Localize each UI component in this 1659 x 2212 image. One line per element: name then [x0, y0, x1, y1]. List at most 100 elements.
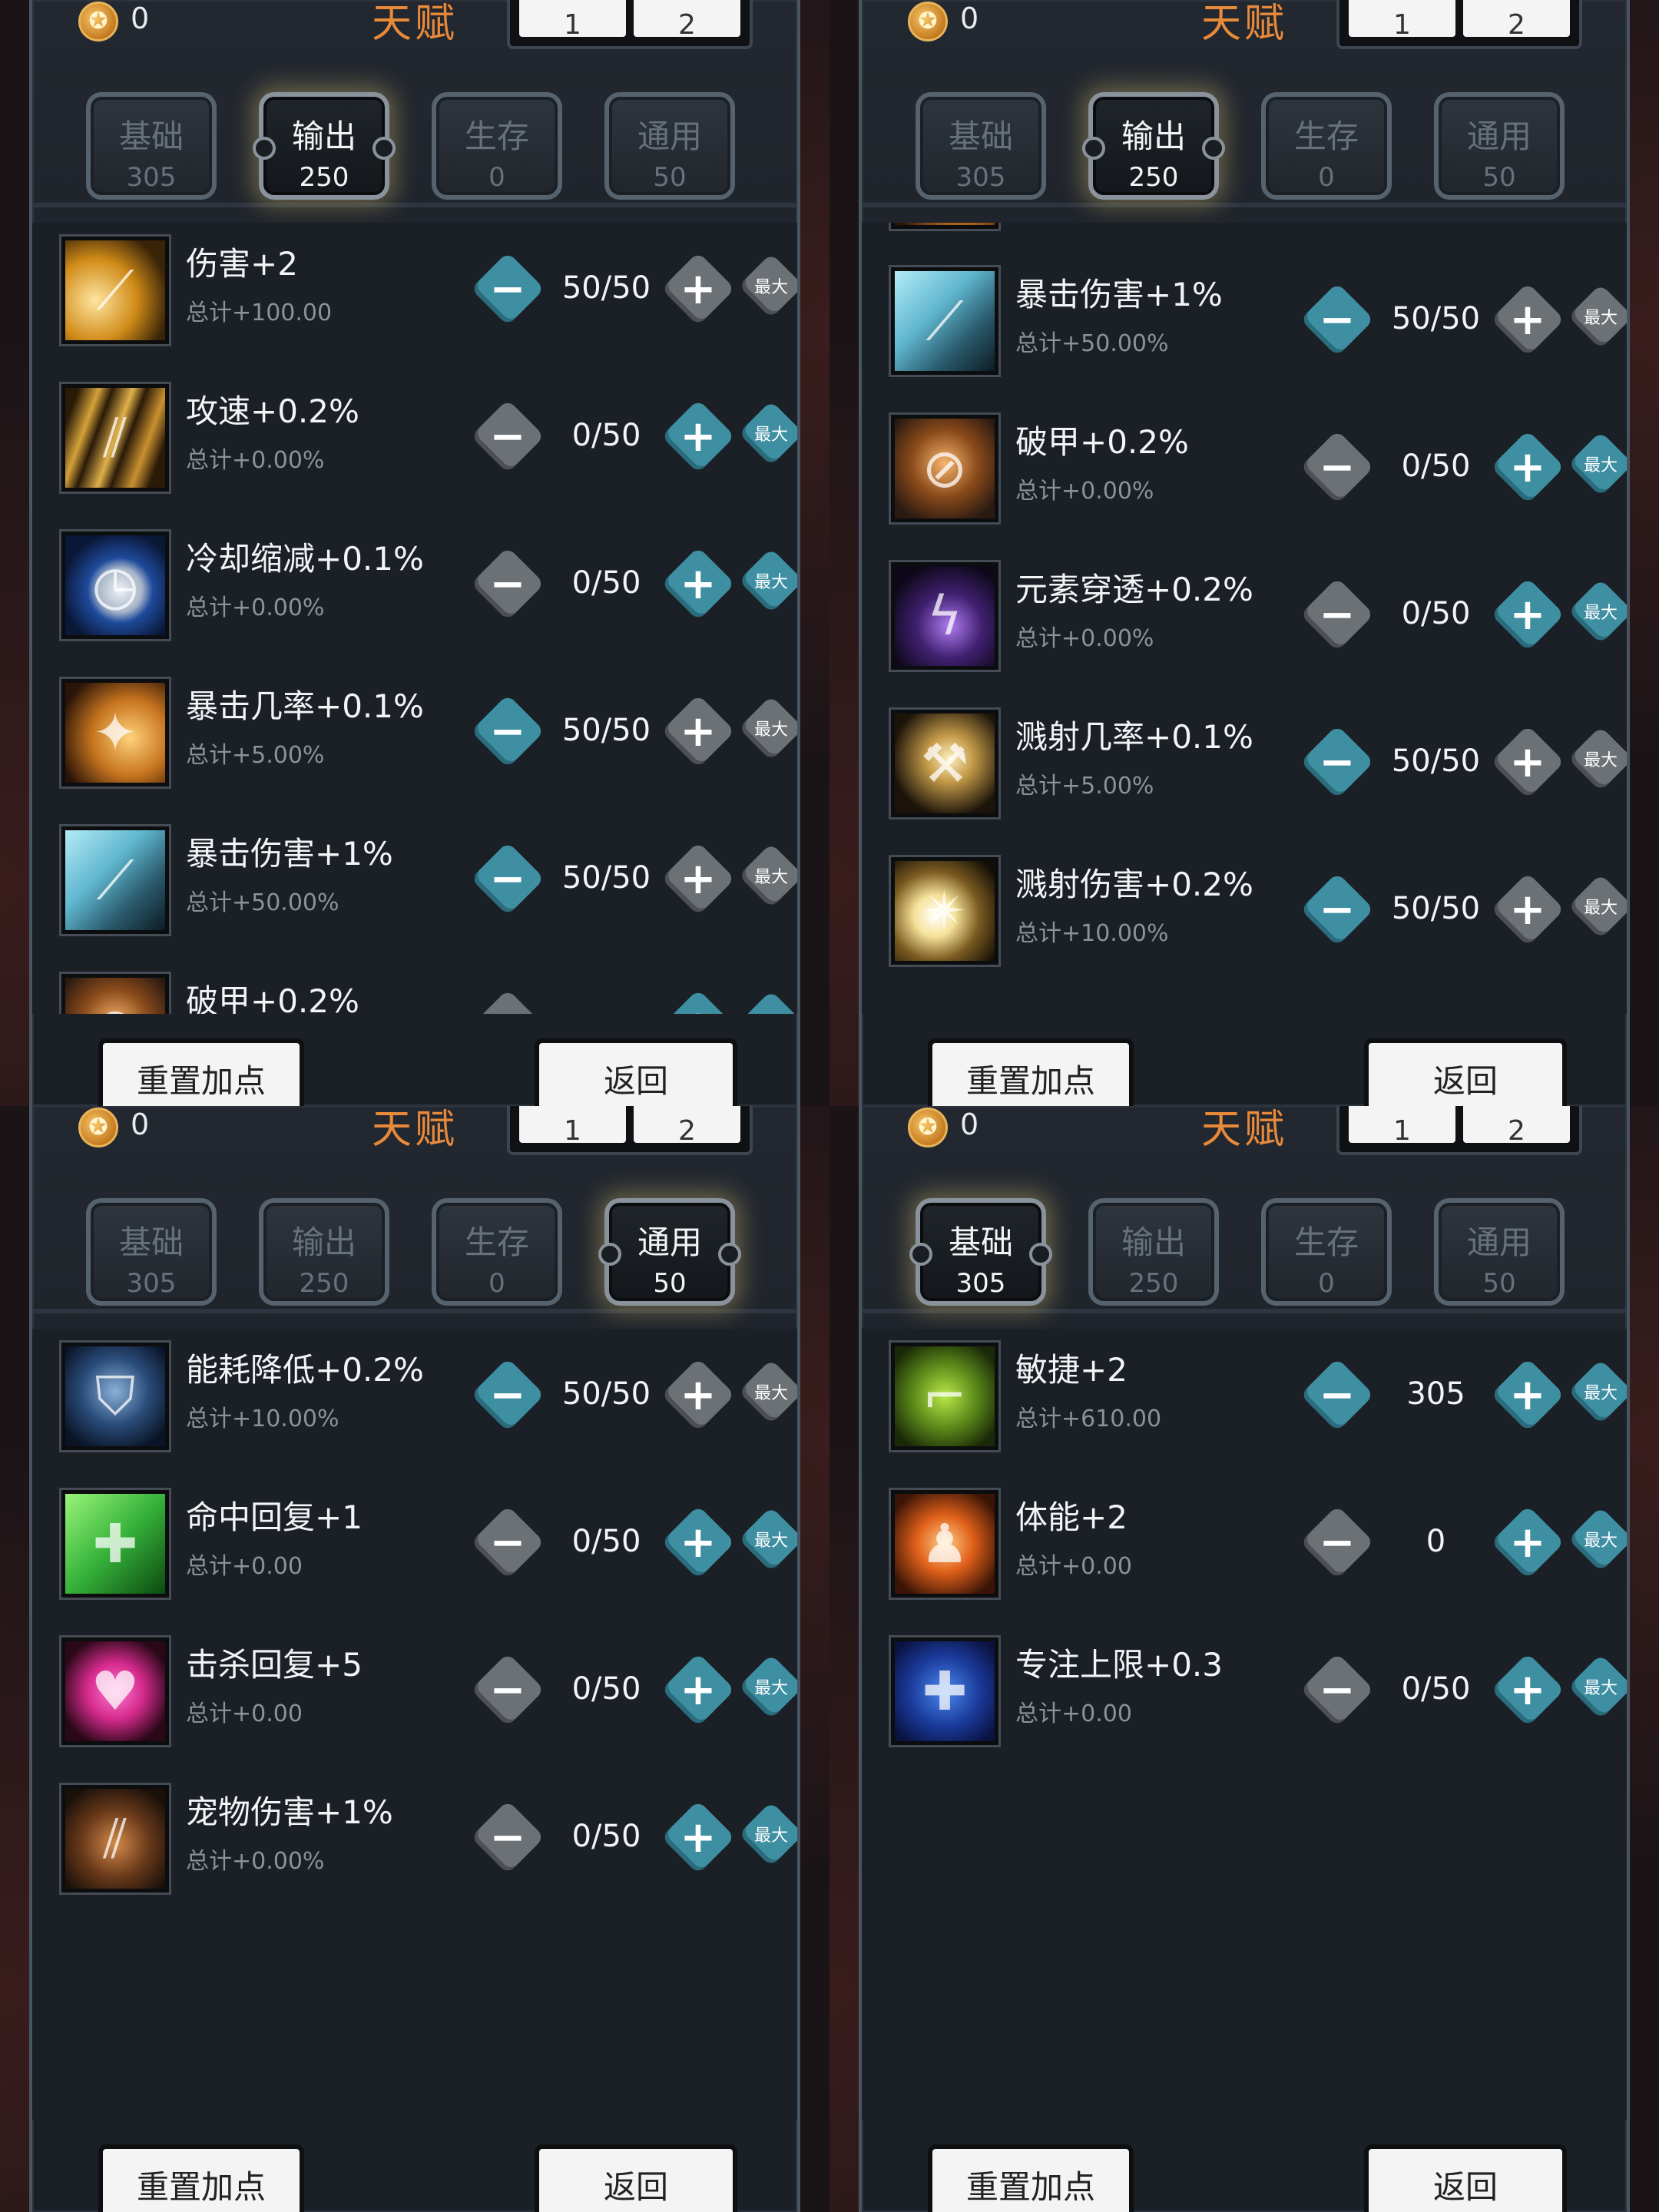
tab-category-3[interactable]: 通用 50 [604, 92, 735, 200]
max-button[interactable]: 最大 [1568, 1506, 1627, 1572]
max-button[interactable]: 最大 [738, 990, 797, 1014]
reset-points-button[interactable]: 重置加点 [103, 2149, 300, 2212]
tab-category-1[interactable]: 输出 250 [259, 1198, 389, 1306]
reset-points-button[interactable]: 重置加点 [932, 1043, 1129, 1106]
max-button[interactable]: 最大 [738, 1506, 797, 1572]
increase-button[interactable]: + [1490, 1357, 1565, 1432]
page-tab-1[interactable]: 1 [1349, 0, 1455, 41]
reset-points-button[interactable]: 重置加点 [932, 2149, 1129, 2212]
decrease-button[interactable]: − [470, 1652, 545, 1727]
minus-icon: − [489, 706, 526, 757]
increase-button[interactable]: + [1490, 872, 1565, 947]
decrease-button[interactable]: − [470, 399, 545, 474]
decrease-button[interactable]: − [470, 251, 545, 326]
increase-button[interactable]: + [661, 1357, 736, 1432]
page-tab-2[interactable]: 2 [634, 0, 740, 41]
max-button[interactable]: 最大 [738, 1801, 797, 1867]
decrease-button[interactable]: − [470, 694, 545, 769]
max-button[interactable]: 最大 [738, 1359, 797, 1425]
decrease-button[interactable]: − [1300, 724, 1375, 800]
decrease-button[interactable]: − [1300, 1357, 1375, 1432]
back-button[interactable]: 返回 [1369, 1043, 1562, 1106]
increase-button[interactable]: + [661, 841, 736, 916]
max-button[interactable]: 最大 [1568, 283, 1627, 349]
talent-list[interactable]: 总计+5.00% ⟋ 暴击伤害+1% 总计+50.00% − 50/50 + 最… [862, 223, 1627, 1014]
page-tab-2[interactable]: 2 [1463, 0, 1570, 41]
tab-category-2[interactable]: 生存 0 [432, 1198, 562, 1306]
max-button[interactable]: 最大 [1568, 1654, 1627, 1720]
tab-category-0[interactable]: 基础 305 [909, 1198, 1052, 1306]
tab-category-0[interactable]: 基础 305 [86, 1198, 217, 1306]
max-button[interactable]: 最大 [738, 548, 797, 614]
talent-list[interactable]: ⟋ 伤害+2 总计+100.00 − 50/50 + 最大 ⫽ 攻速+0.2% … [32, 223, 797, 1014]
max-label: 最大 [753, 720, 788, 740]
talent-points: 305 [1406, 1376, 1465, 1412]
decrease-button[interactable]: − [470, 841, 545, 916]
increase-button[interactable]: + [661, 546, 736, 621]
decrease-button[interactable]: − [1300, 282, 1375, 357]
decrease-button[interactable]: − [470, 988, 545, 1014]
increase-button[interactable]: + [1490, 429, 1565, 505]
talent-list[interactable]: ⌐ 敏捷+2 总计+610.00 − 305 + 最大 ♟ 体能+2 总计+0.… [862, 1329, 1627, 2120]
max-button[interactable]: 最大 [1568, 578, 1627, 644]
decrease-button[interactable]: − [470, 546, 545, 621]
talent-name: 冷却缩减+0.1% [186, 540, 424, 578]
decrease-button[interactable]: − [470, 1505, 545, 1580]
tab-category-2[interactable]: 生存 0 [1261, 1198, 1392, 1306]
max-button[interactable]: 最大 [1568, 431, 1627, 497]
max-button[interactable]: 最大 [738, 253, 797, 319]
page-tab-2[interactable]: 2 [1463, 1106, 1570, 1147]
tab-category-0[interactable]: 基础 305 [86, 92, 217, 200]
increase-button[interactable]: + [1490, 577, 1565, 652]
max-button[interactable]: 最大 [1568, 1359, 1627, 1425]
max-button[interactable]: 最大 [1568, 726, 1627, 792]
tab-category-2[interactable]: 生存 0 [432, 92, 562, 200]
decrease-button[interactable]: − [1300, 577, 1375, 652]
tab-category-2[interactable]: 生存 0 [1261, 92, 1392, 200]
max-button[interactable]: 最大 [738, 400, 797, 466]
max-button[interactable]: 最大 [738, 695, 797, 761]
tab-category-1[interactable]: 输出 250 [1082, 92, 1225, 200]
decrease-button[interactable]: − [1300, 1505, 1375, 1580]
increase-button[interactable]: + [661, 251, 736, 326]
reset-points-button[interactable]: 重置加点 [103, 1043, 300, 1106]
talent-list[interactable]: ⛉ 能耗降低+0.2% 总计+10.00% − 50/50 + 最大 ✚ 命中回… [32, 1329, 797, 2120]
increase-button[interactable]: + [661, 1652, 736, 1727]
increase-button[interactable]: + [1490, 1652, 1565, 1727]
max-button[interactable]: 最大 [738, 1654, 797, 1720]
increase-button[interactable]: + [1490, 282, 1565, 357]
increase-button[interactable]: + [1490, 1505, 1565, 1580]
ice-blade-icon: ⟋ [61, 826, 169, 934]
tab-category-1[interactable]: 输出 250 [253, 92, 396, 200]
increase-button[interactable]: + [661, 1800, 736, 1875]
tab-category-3[interactable]: 通用 50 [1434, 1198, 1565, 1306]
talent-name: 击杀回复+5 [186, 1646, 363, 1684]
increase-button[interactable]: + [661, 988, 736, 1014]
increase-button[interactable]: + [661, 694, 736, 769]
page-tab-1[interactable]: 1 [1349, 1106, 1455, 1147]
decrease-button[interactable]: − [1300, 1652, 1375, 1727]
tab-name: 输出 [1121, 1224, 1186, 1261]
tab-category-1[interactable]: 输出 250 [1088, 1198, 1219, 1306]
increase-button[interactable]: + [661, 1505, 736, 1580]
max-button[interactable]: 最大 [738, 843, 797, 909]
decrease-button[interactable]: − [470, 1357, 545, 1432]
decrease-button[interactable]: − [470, 1800, 545, 1875]
talent-total: 总计+0.00 [186, 1700, 303, 1727]
tab-category-0[interactable]: 基础 305 [916, 92, 1046, 200]
tab-category-3[interactable]: 通用 50 [1434, 92, 1565, 200]
plus-icon: + [1509, 1664, 1546, 1715]
back-button[interactable]: 返回 [539, 2149, 733, 2212]
decrease-button[interactable]: − [1300, 872, 1375, 947]
page-tab-1[interactable]: 1 [519, 1106, 626, 1147]
decrease-button[interactable]: − [1300, 429, 1375, 505]
back-button[interactable]: 返回 [539, 1043, 733, 1106]
tab-category-3[interactable]: 通用 50 [598, 1198, 741, 1306]
back-button[interactable]: 返回 [1369, 2149, 1562, 2212]
increase-button[interactable]: + [1490, 724, 1565, 800]
max-button[interactable]: 最大 [1568, 873, 1627, 939]
page-tab-1[interactable]: 1 [519, 0, 626, 41]
tab-name: 输出 [1121, 118, 1186, 155]
page-tab-2[interactable]: 2 [634, 1106, 740, 1147]
increase-button[interactable]: + [661, 399, 736, 474]
